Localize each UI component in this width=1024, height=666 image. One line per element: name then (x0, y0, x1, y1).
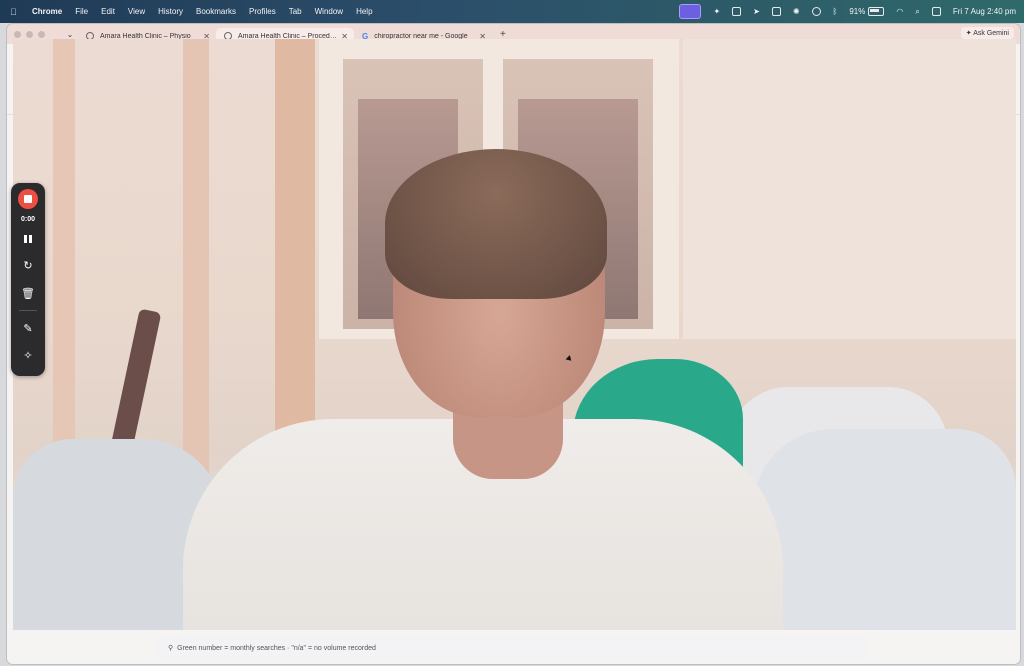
battery-percent: 91% (849, 7, 866, 16)
bluetooth-icon[interactable]: ᛒ (833, 7, 838, 16)
control-center-icon[interactable] (931, 7, 941, 16)
chair (753, 429, 1016, 630)
menu-tab[interactable]: Tab (289, 7, 302, 16)
search-icon[interactable]: ⌕ (915, 7, 919, 17)
menu-bookmarks[interactable]: Bookmarks (196, 7, 236, 16)
webcam-video-overlay (13, 39, 1016, 630)
menu-profiles[interactable]: Profiles (249, 7, 276, 16)
menu-help[interactable]: Help (356, 7, 372, 16)
macos-menu-bar:  Chrome File Edit View History Bookmark… (0, 0, 1024, 23)
box-icon[interactable] (771, 7, 781, 16)
zoom-window-button[interactable] (38, 30, 45, 38)
ask-gemini-label: Ask Gemini (973, 30, 1009, 37)
menu-history[interactable]: History (158, 7, 183, 16)
send-icon[interactable]: ➤ (753, 7, 760, 16)
wooden-post (53, 39, 75, 479)
wooden-post (275, 39, 315, 459)
window-controls (14, 30, 50, 38)
recording-toolbar: 0:00 ↻ 🗑 ✎ ✧ (11, 183, 45, 376)
trash-icon[interactable]: 🗑 (20, 286, 36, 302)
toolbar-divider (19, 310, 37, 311)
new-tab-button[interactable]: + (500, 29, 506, 40)
photos-icon[interactable] (732, 7, 742, 16)
menu-chrome[interactable]: Chrome (32, 7, 62, 16)
wooden-post (183, 39, 209, 479)
recording-timer: 0:00 (20, 216, 35, 223)
draw-pen-icon[interactable]: ✎ (20, 321, 36, 337)
vpn-icon[interactable] (811, 7, 821, 16)
tab-search-dropdown-icon[interactable]: ⌄ (62, 30, 78, 39)
battery-icon (868, 7, 885, 16)
menu-view[interactable]: View (128, 7, 145, 16)
sparkle-icon[interactable]: ✦ (713, 7, 720, 16)
ask-gemini-button[interactable]: ✦ Ask Gemini (960, 27, 1014, 39)
datetime[interactable]: Fri 7 Aug 2:40 pm (953, 7, 1016, 16)
menu-bar-status-area: ✦ ➤ ✺ ᛒ 91% ◠ ⌕ Fri 7 Aug 2:40 pm (667, 0, 1016, 23)
close-window-button[interactable] (14, 30, 21, 38)
person-hair (385, 149, 607, 299)
minimize-window-button[interactable] (26, 30, 33, 38)
footer-note-text: Green number = monthly searches · "n/a" … (177, 644, 376, 652)
footer-note: ⚲ Green number = monthly searches · "n/a… (156, 636, 866, 660)
restart-icon[interactable]: ↻ (20, 258, 36, 274)
menu-window[interactable]: Window (315, 7, 343, 16)
brightness-icon[interactable]: ✺ (793, 7, 800, 16)
pause-icon[interactable] (20, 231, 36, 247)
screen-recorder-icon[interactable] (679, 4, 702, 19)
stop-recording-button[interactable] (18, 189, 38, 209)
effects-icon[interactable]: ✧ (20, 348, 36, 364)
apple-menu-icon[interactable]:  (10, 7, 24, 17)
wifi-icon[interactable]: ◠ (896, 7, 903, 16)
background-window (683, 39, 1016, 339)
menu-file[interactable]: File (75, 7, 88, 16)
battery-status[interactable]: 91% (849, 7, 885, 16)
menu-edit[interactable]: Edit (101, 7, 115, 16)
key-icon: ⚲ (168, 645, 174, 652)
